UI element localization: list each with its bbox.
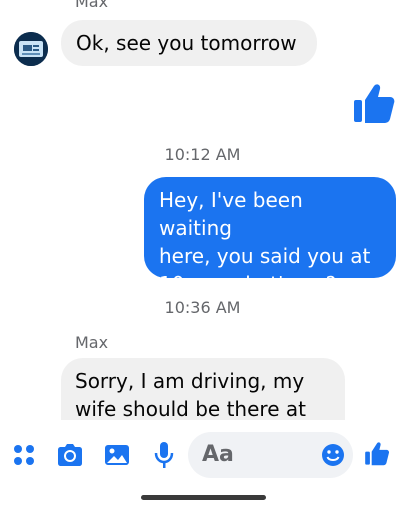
message-line: Hey, I've been waiting xyxy=(159,188,303,240)
message-line: Sorry, I am driving, my xyxy=(75,369,305,393)
gallery-button[interactable] xyxy=(102,440,132,470)
message-line: here, you said you at xyxy=(159,244,371,268)
incoming-message[interactable]: Ok, see you tomorrow xyxy=(61,20,317,66)
sender-name: Max xyxy=(75,333,109,352)
thumbs-up-icon xyxy=(354,84,395,123)
message-input-placeholder: Aa xyxy=(202,442,234,467)
camera-icon xyxy=(58,444,82,466)
thumbs-up-sticker[interactable] xyxy=(352,82,396,126)
message-line: wife should be there at xyxy=(75,397,306,421)
outgoing-message[interactable]: Hey, I've been waiting here, you said yo… xyxy=(144,177,396,296)
message-line: 10am, what's up? xyxy=(159,272,337,296)
timestamp: 10:12 AM xyxy=(164,145,241,164)
message-text: Ok, see you tomorrow xyxy=(76,31,297,55)
mic-button[interactable] xyxy=(150,440,178,470)
sender-name-top: Max xyxy=(75,0,109,11)
camera-button[interactable] xyxy=(55,440,85,470)
message-input[interactable]: Aa xyxy=(188,432,353,478)
image-icon xyxy=(105,445,129,465)
send-like-button[interactable] xyxy=(363,439,391,469)
mic-icon xyxy=(154,442,174,468)
home-indicator[interactable] xyxy=(141,495,266,500)
avatar[interactable] xyxy=(14,32,48,66)
apps-button[interactable] xyxy=(10,441,38,469)
avatar-image xyxy=(14,32,48,66)
emoji-button[interactable] xyxy=(321,443,345,467)
apps-icon xyxy=(14,445,34,465)
thumbs-up-icon xyxy=(365,442,390,466)
emoji-icon xyxy=(322,444,344,466)
timestamp: 10:36 AM xyxy=(164,298,241,317)
